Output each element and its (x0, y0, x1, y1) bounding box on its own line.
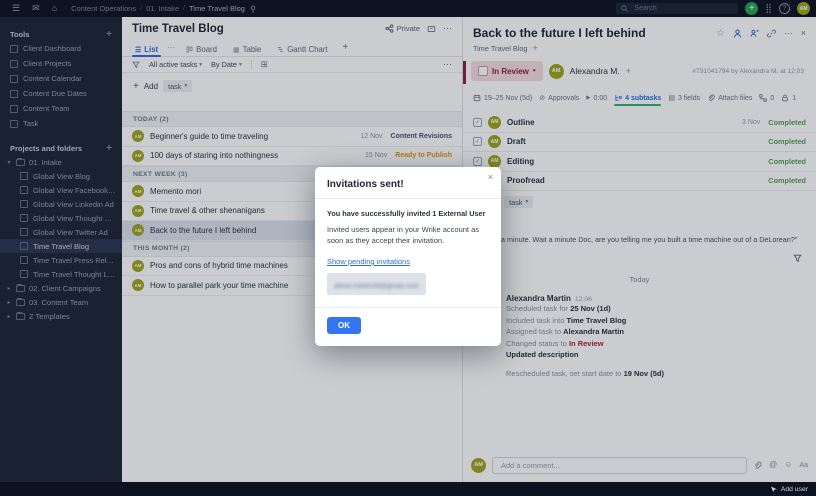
bottom-annotation-bar: Add user (0, 482, 816, 496)
ok-button[interactable]: OK (327, 317, 361, 334)
modal-message-secondary: Invited users appear in your Wrike accou… (327, 224, 487, 246)
show-pending-invitations-link[interactable]: Show pending invitations (327, 257, 410, 266)
divider (315, 307, 501, 308)
close-icon[interactable]: × (488, 173, 493, 182)
invited-email: alexa.martin29@gmail.com (334, 283, 419, 290)
add-user-label: Add user (781, 486, 808, 493)
invited-email-pill: alexa.martin29@gmail.com (327, 273, 426, 295)
modal-message-primary: You have successfully invited 1 External… (327, 209, 489, 218)
divider (315, 198, 501, 199)
modal-title: Invitations sent! (327, 179, 489, 190)
cursor-icon (770, 486, 777, 493)
invitations-sent-modal: × Invitations sent! You have successfull… (315, 167, 501, 346)
app-window: ☰ ✉ ⌂ Content Operations / 01. Intake / … (0, 0, 816, 496)
